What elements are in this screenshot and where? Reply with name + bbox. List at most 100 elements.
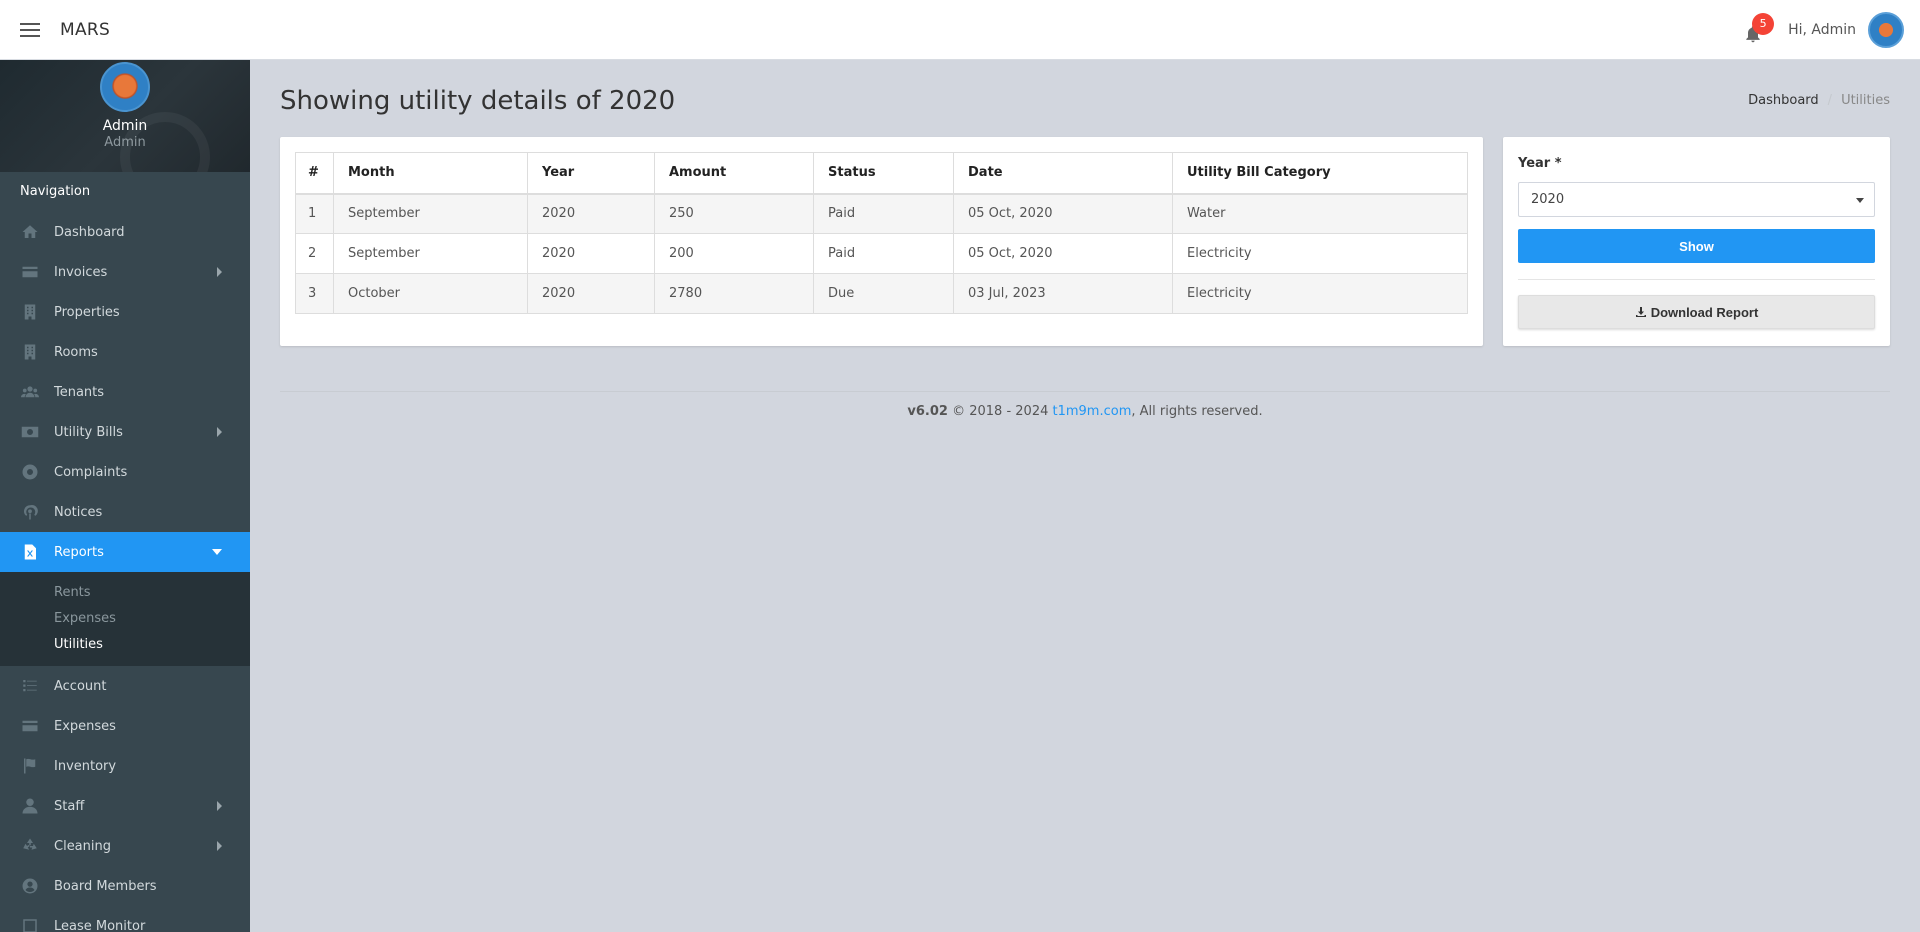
home-icon xyxy=(20,223,40,241)
footer: v6.02 © 2018 - 2024 t1m9m.com, All right… xyxy=(280,404,1890,419)
chevron-right-icon xyxy=(217,267,222,277)
download-report-button[interactable]: Download Report xyxy=(1518,295,1875,329)
chevron-right-icon xyxy=(217,801,222,811)
profile-role: Admin xyxy=(104,135,146,150)
top-navbar: MARS 5 Hi, Admin xyxy=(0,0,1920,60)
credit-card-icon xyxy=(20,717,40,735)
sidebar-item-label: Properties xyxy=(54,304,120,320)
column-header-month: Month xyxy=(333,152,528,195)
sidebar-item-rooms[interactable]: Rooms xyxy=(0,332,250,372)
table-cell: 05 Oct, 2020 xyxy=(953,233,1173,274)
footer-rights: , All rights reserved. xyxy=(1131,404,1263,419)
utility-table: # Month Year Amount Status Date Utility … xyxy=(295,152,1468,314)
show-button[interactable]: Show xyxy=(1518,229,1875,263)
year-label: Year * xyxy=(1518,156,1562,171)
year-select[interactable]: 2020 xyxy=(1518,182,1875,217)
sidebar-item-dashboard[interactable]: Dashboard xyxy=(0,212,250,252)
breadcrumb-dashboard[interactable]: Dashboard xyxy=(1748,93,1819,108)
sidebar-item-reports[interactable]: Reports xyxy=(0,532,250,572)
sidebar-item-account[interactable]: Account xyxy=(0,666,250,706)
table-cell: 2020 xyxy=(527,193,655,234)
column-header-status: Status xyxy=(813,152,954,195)
table-row: 1 September 2020 250 Paid 05 Oct, 2020 W… xyxy=(295,193,1468,234)
table-cell: Paid xyxy=(813,193,954,234)
chevron-right-icon xyxy=(217,841,222,851)
sidebar-item-label: Cleaning xyxy=(54,838,111,854)
table-header-row: # Month Year Amount Status Date Utility … xyxy=(295,152,1468,195)
breadcrumb-separator: / xyxy=(1827,93,1833,108)
sidebar-item-board-members[interactable]: Board Members xyxy=(0,866,250,906)
table-cell: 1 xyxy=(295,193,334,234)
sidebar-item-label: Staff xyxy=(54,798,85,814)
sidebar-item-label: Expenses xyxy=(54,718,116,734)
table-cell: September xyxy=(333,193,528,234)
download-report-label: Download Report xyxy=(1650,304,1759,320)
user-greeting[interactable]: Hi, Admin xyxy=(1788,22,1856,38)
sidebar-item-label: Reports xyxy=(54,544,104,560)
year-filter-card: Year * 2020 Show Download Report xyxy=(1503,137,1890,346)
breadcrumb-utilities: Utilities xyxy=(1841,93,1890,108)
table-cell: September xyxy=(333,233,528,274)
app-brand[interactable]: MARS xyxy=(60,20,110,40)
sidebar-item-properties[interactable]: Properties xyxy=(0,292,250,332)
footer-divider xyxy=(280,391,1890,392)
table-cell: Paid xyxy=(813,233,954,274)
sidebar-item-expenses[interactable]: Expenses xyxy=(0,706,250,746)
sidebar-item-label: Board Members xyxy=(54,878,157,894)
sidebar-item-tenants[interactable]: Tenants xyxy=(0,372,250,412)
user-avatar[interactable] xyxy=(1868,11,1904,48)
utility-table-card: # Month Year Amount Status Date Utility … xyxy=(280,137,1483,346)
table-cell: 2 xyxy=(295,233,334,274)
credit-card-icon xyxy=(20,263,40,281)
sidebar-item-label: Complaints xyxy=(54,464,128,480)
recycle-icon xyxy=(20,837,40,855)
sidebar-item-lease-monitor[interactable]: Lease Monitor xyxy=(0,906,250,932)
page-title: Showing utility details of 2020 xyxy=(280,86,676,116)
column-header-date: Date xyxy=(953,152,1173,195)
table-cell: 2780 xyxy=(654,273,814,314)
sidebar-item-invoices[interactable]: Invoices xyxy=(0,252,250,292)
table-cell: Water xyxy=(1172,193,1468,234)
submenu-item-expenses[interactable]: Expenses xyxy=(0,606,250,632)
square-icon xyxy=(20,917,40,932)
sidebar-item-label: Lease Monitor xyxy=(54,918,146,932)
building-icon xyxy=(20,343,40,361)
column-header-amount: Amount xyxy=(654,152,814,195)
menu-toggle-icon[interactable] xyxy=(20,22,40,37)
sidebar-item-label: Invoices xyxy=(54,264,108,280)
sidebar-item-notices[interactable]: Notices xyxy=(0,492,250,532)
list-icon xyxy=(20,677,40,695)
table-row: 3 October 2020 2780 Due 03 Jul, 2023 Ele… xyxy=(295,273,1468,314)
notifications-button[interactable]: 5 xyxy=(1740,12,1775,45)
sidebar-item-staff[interactable]: Staff xyxy=(0,786,250,826)
table-cell: 05 Oct, 2020 xyxy=(953,193,1173,234)
table-cell: Electricity xyxy=(1172,273,1468,314)
table-cell: 2020 xyxy=(527,233,655,274)
footer-link[interactable]: t1m9m.com xyxy=(1053,404,1132,419)
footer-copyright: © 2018 - 2024 xyxy=(947,404,1053,419)
column-header-year: Year xyxy=(527,152,655,195)
profile-avatar xyxy=(100,62,150,112)
profile-name[interactable]: Admin xyxy=(103,118,148,134)
breadcrumb: Dashboard / Utilities xyxy=(1748,93,1890,108)
user-icon xyxy=(20,797,40,815)
submenu-item-rents[interactable]: Rents xyxy=(0,580,250,606)
nav-header: Navigation xyxy=(0,172,250,212)
flag-icon xyxy=(20,757,40,775)
sidebar-item-utility-bills[interactable]: Utility Bills xyxy=(0,412,250,452)
download-icon xyxy=(1635,307,1646,317)
podcast-icon xyxy=(20,503,40,521)
table-cell: Due xyxy=(813,273,954,314)
reports-submenu: Rents Expenses Utilities xyxy=(0,572,250,666)
sidebar-item-inventory[interactable]: Inventory xyxy=(0,746,250,786)
form-divider xyxy=(1518,279,1875,280)
sidebar-item-cleaning[interactable]: Cleaning xyxy=(0,826,250,866)
sidebar-item-label: Rooms xyxy=(54,344,98,360)
sidebar: Admin Admin Navigation Dashboard Invoice… xyxy=(0,60,250,932)
submenu-item-utilities[interactable]: Utilities xyxy=(0,632,250,658)
caret-down-icon xyxy=(1856,198,1864,203)
table-row: 2 September 2020 200 Paid 05 Oct, 2020 E… xyxy=(295,233,1468,274)
sidebar-item-complaints[interactable]: Complaints xyxy=(0,452,250,492)
sidebar-item-label: Account xyxy=(54,678,107,694)
year-select-value: 2020 xyxy=(1531,192,1565,207)
